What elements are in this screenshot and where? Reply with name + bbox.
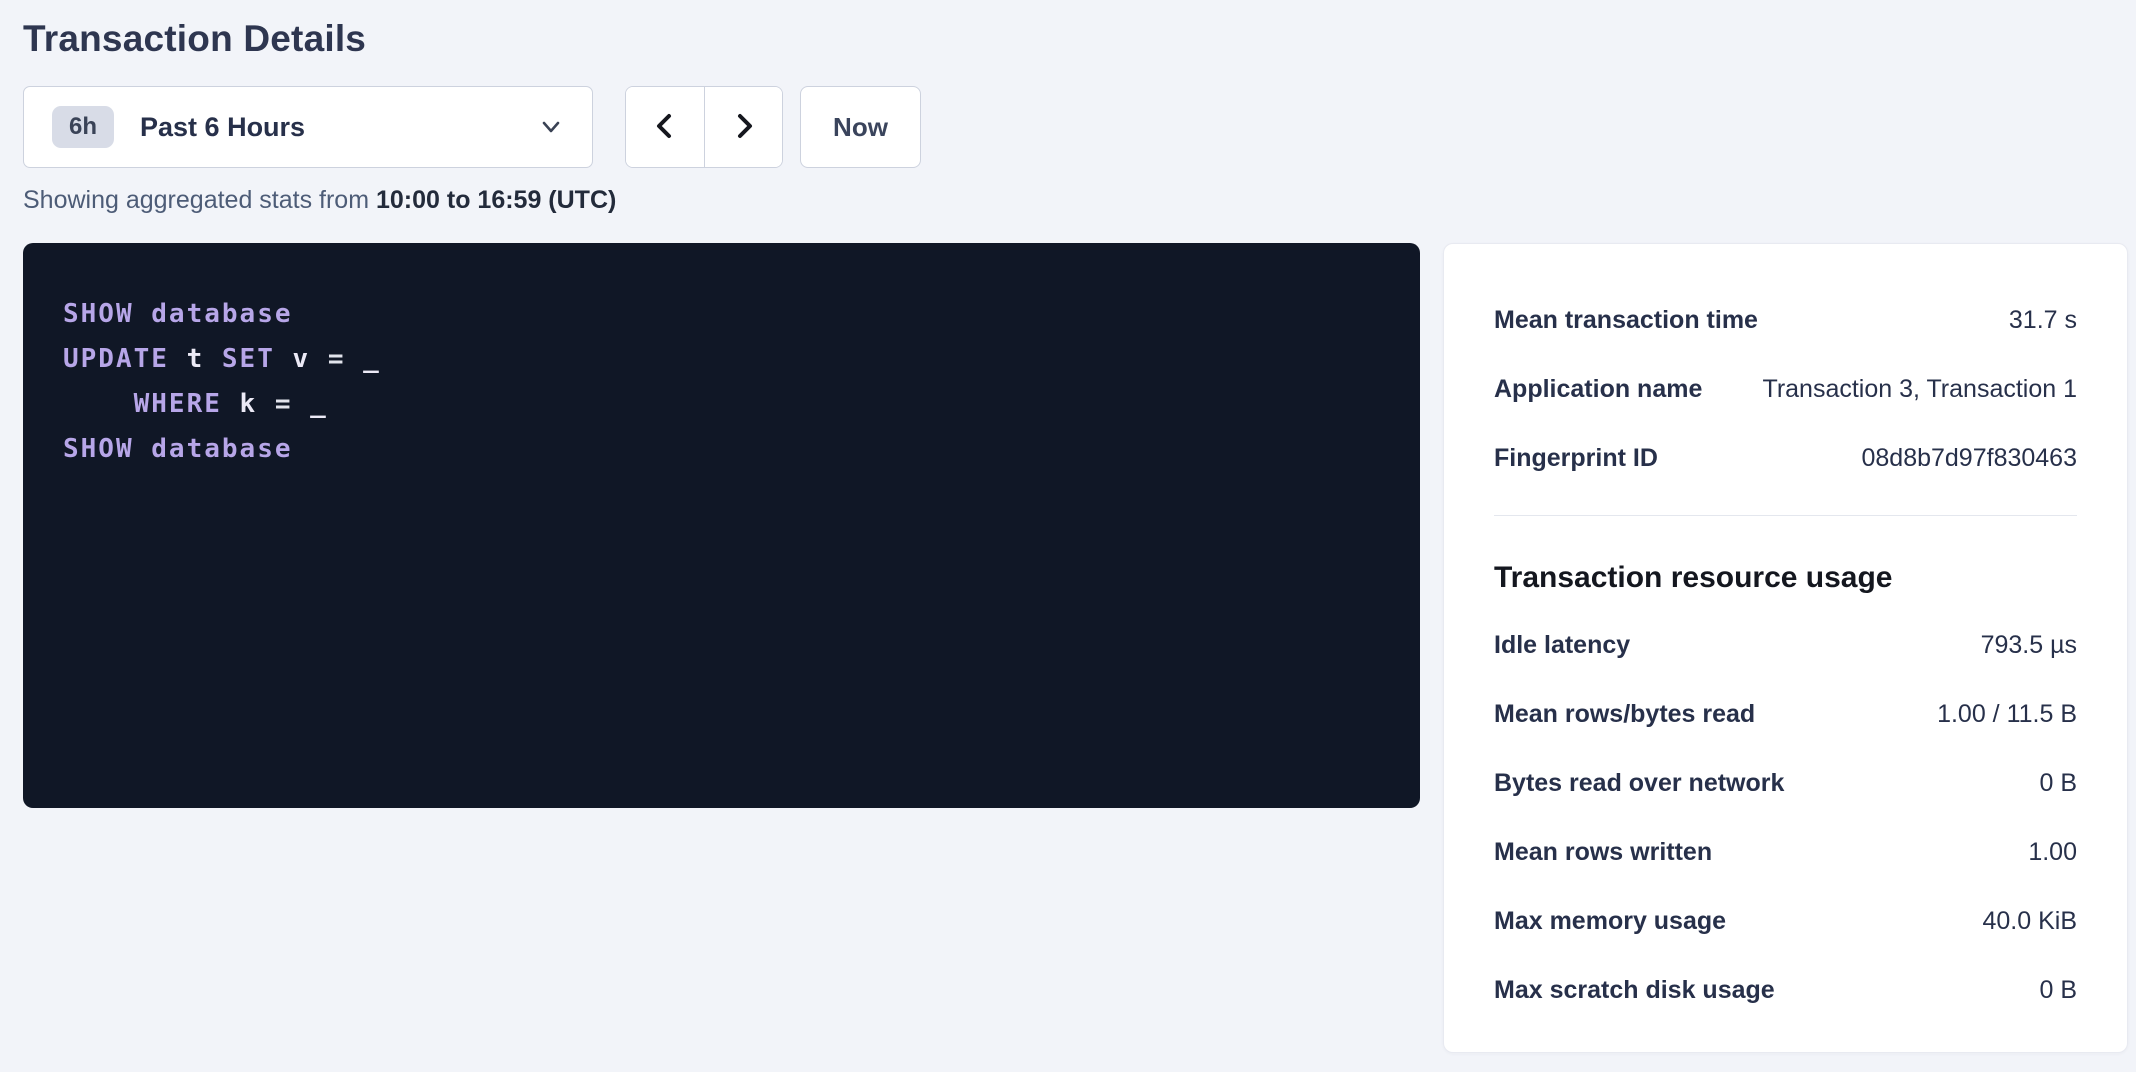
time-nav-group: [625, 86, 783, 168]
sql-line: SHOW database: [63, 427, 1380, 472]
sql-token: SHOW: [63, 299, 134, 329]
now-button[interactable]: Now: [800, 86, 921, 168]
stat-value: 0 B: [2039, 769, 2077, 798]
stat-row: Max scratch disk usage 0 B: [1494, 956, 2077, 1025]
sql-token: _: [345, 344, 380, 374]
stat-label: Mean rows written: [1494, 838, 1712, 867]
stat-value: 31.7 s: [2009, 306, 2077, 335]
sql-token: WHERE: [134, 389, 222, 419]
stat-row: Mean rows/bytes read 1.00 / 11.5 B: [1494, 680, 2077, 749]
stat-value: 1.00 / 11.5 B: [1937, 700, 2077, 729]
transaction-details-page: Transaction Details 6h Past 6 Hours: [0, 0, 2136, 1072]
chevron-left-icon: [650, 110, 680, 145]
sql-token: SHOW: [63, 434, 134, 464]
details-content: SHOW databaseUPDATE t SET v = _ WHERE k …: [23, 243, 2136, 1053]
stat-value: Transaction 3, Transaction 1: [1762, 375, 2077, 404]
stat-value: 40.0 KiB: [1982, 907, 2077, 936]
stat-row: Max memory usage 40.0 KiB: [1494, 887, 2077, 956]
page-title: Transaction Details: [23, 16, 2136, 61]
aggregation-range: 10:00 to 16:59 (UTC): [376, 186, 616, 214]
stat-row: Mean transaction time 31.7 s: [1494, 286, 2077, 355]
stat-label: Max memory usage: [1494, 907, 1726, 936]
time-range-dropdown[interactable]: 6h Past 6 Hours: [23, 86, 593, 168]
next-time-button[interactable]: [704, 87, 782, 167]
overview-stats: Mean transaction time 31.7 s Application…: [1494, 286, 2077, 493]
sql-token: database: [151, 299, 292, 329]
sql-token: v: [275, 344, 328, 374]
sql-token: _: [293, 389, 328, 419]
summary-card: Mean transaction time 31.7 s Application…: [1443, 243, 2128, 1053]
sql-token: t: [169, 344, 222, 374]
stat-row: Application name Transaction 3, Transact…: [1494, 355, 2077, 424]
time-toolbar: 6h Past 6 Hours: [23, 86, 2136, 168]
aggregation-note: Showing aggregated stats from 10:00 to 1…: [23, 185, 2136, 215]
chevron-right-icon: [729, 110, 759, 145]
stat-value: 08d8b7d97f830463: [1861, 444, 2077, 473]
aggregation-note-prefix: Showing aggregated stats from: [23, 186, 376, 214]
stat-label: Mean transaction time: [1494, 306, 1758, 335]
sql-token: [134, 434, 152, 464]
stat-label: Fingerprint ID: [1494, 444, 1658, 473]
sql-token: SET: [222, 344, 275, 374]
resource-usage-heading: Transaction resource usage: [1494, 560, 2077, 596]
sql-token: [63, 389, 134, 419]
prev-time-button[interactable]: [626, 87, 704, 167]
stat-value: 1.00: [2028, 838, 2077, 867]
chevron-down-icon: [538, 114, 564, 140]
stat-value: 0 B: [2039, 976, 2077, 1005]
sql-token: k: [222, 389, 275, 419]
stat-label: Bytes read over network: [1494, 769, 1784, 798]
time-range-badge: 6h: [52, 106, 114, 148]
stat-row: Bytes read over network 0 B: [1494, 749, 2077, 818]
sql-statements-box: SHOW databaseUPDATE t SET v = _ WHERE k …: [23, 243, 1420, 808]
stat-row: Idle latency 793.5 µs: [1494, 611, 2077, 680]
stat-value: 793.5 µs: [1981, 631, 2077, 660]
stat-label: Application name: [1494, 375, 1702, 404]
sql-token: database: [151, 434, 292, 464]
sql-token: =: [328, 344, 346, 374]
stat-label: Idle latency: [1494, 631, 1630, 660]
stat-label: Mean rows/bytes read: [1494, 700, 1755, 729]
section-divider: [1494, 515, 2077, 516]
sql-token: =: [275, 389, 293, 419]
stat-label: Max scratch disk usage: [1494, 976, 1775, 1005]
time-range-label: Past 6 Hours: [140, 112, 538, 143]
resource-usage-stats: Idle latency 793.5 µs Mean rows/bytes re…: [1494, 611, 2077, 1025]
stat-row: Mean rows written 1.00: [1494, 818, 2077, 887]
sql-token: UPDATE: [63, 344, 169, 374]
stat-row: Fingerprint ID 08d8b7d97f830463: [1494, 424, 2077, 493]
sql-token: [134, 299, 152, 329]
sql-line: SHOW database: [63, 292, 1380, 337]
sql-line: UPDATE t SET v = _: [63, 337, 1380, 382]
sql-line: WHERE k = _: [63, 382, 1380, 427]
